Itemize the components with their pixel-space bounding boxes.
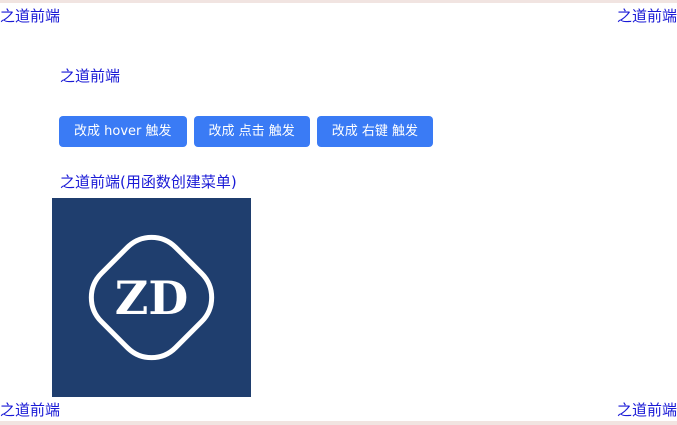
zd-logo-image[interactable]: ZD [52, 198, 251, 397]
function-menu-trigger[interactable]: 之道前端(用函数创建菜单) [60, 172, 237, 192]
corner-trigger-bottom-right[interactable]: 之道前端 [617, 400, 677, 420]
corner-trigger-top-left[interactable]: 之道前端 [0, 6, 60, 26]
zd-logo-graphic: ZD [88, 234, 215, 361]
click-trigger-button[interactable]: 改成 点击 触发 [193, 116, 310, 147]
right-click-trigger-button[interactable]: 改成 右键 触发 [316, 116, 434, 147]
trigger-mode-button-group: 改成 hover 触发 改成 点击 触发 改成 右键 触发 [59, 116, 434, 147]
corner-trigger-top-right[interactable]: 之道前端 [617, 6, 677, 26]
page-canvas: 之道前端 之道前端 之道前端 改成 hover 触发 改成 点击 触发 改成 右… [0, 0, 677, 425]
corner-trigger-bottom-left[interactable]: 之道前端 [0, 400, 60, 420]
logo-text: ZD [115, 271, 188, 325]
page-heading: 之道前端 [60, 67, 121, 85]
hover-trigger-button[interactable]: 改成 hover 触发 [59, 116, 187, 147]
